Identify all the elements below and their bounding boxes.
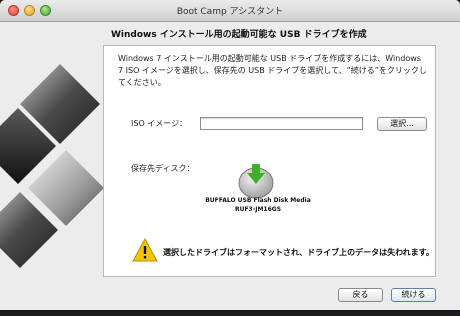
destination-disk-label: 保存先ディスク： (131, 164, 195, 173)
warning-icon (132, 238, 158, 262)
boot-camp-window: Boot Camp アシスタント Windows インストール用の起動可能な U… (0, 0, 460, 310)
choose-button[interactable]: 選択... (377, 117, 427, 131)
disk-name: BUFFALO USB Flash Disk Media RUF3-JM16GS (190, 196, 326, 214)
iso-image-label: ISO イメージ： (131, 119, 188, 128)
window-title: Boot Camp アシスタント (176, 7, 284, 17)
continue-button[interactable]: 続ける (391, 288, 436, 302)
boot-camp-logo (0, 22, 120, 310)
title-bar[interactable]: Boot Camp アシスタント (0, 0, 460, 22)
warning-text: 選択したドライブはフォーマットされ、ドライブ上のデータは失われます。 (163, 248, 434, 257)
instructions-text: Windows 7 インストール用の起動可能な USB ドライブを作成するには、… (118, 54, 427, 87)
disk-name-line2: RUF3-JM16GS (234, 206, 282, 213)
page-heading: Windows インストール用の起動可能な USB ドライブを作成 (111, 30, 367, 40)
iso-image-field[interactable] (200, 117, 363, 130)
back-button[interactable]: 戻る (338, 288, 383, 302)
usb-disk-icon[interactable] (236, 163, 280, 199)
disk-name-line1: BUFFALO USB Flash Disk Media (205, 197, 311, 204)
